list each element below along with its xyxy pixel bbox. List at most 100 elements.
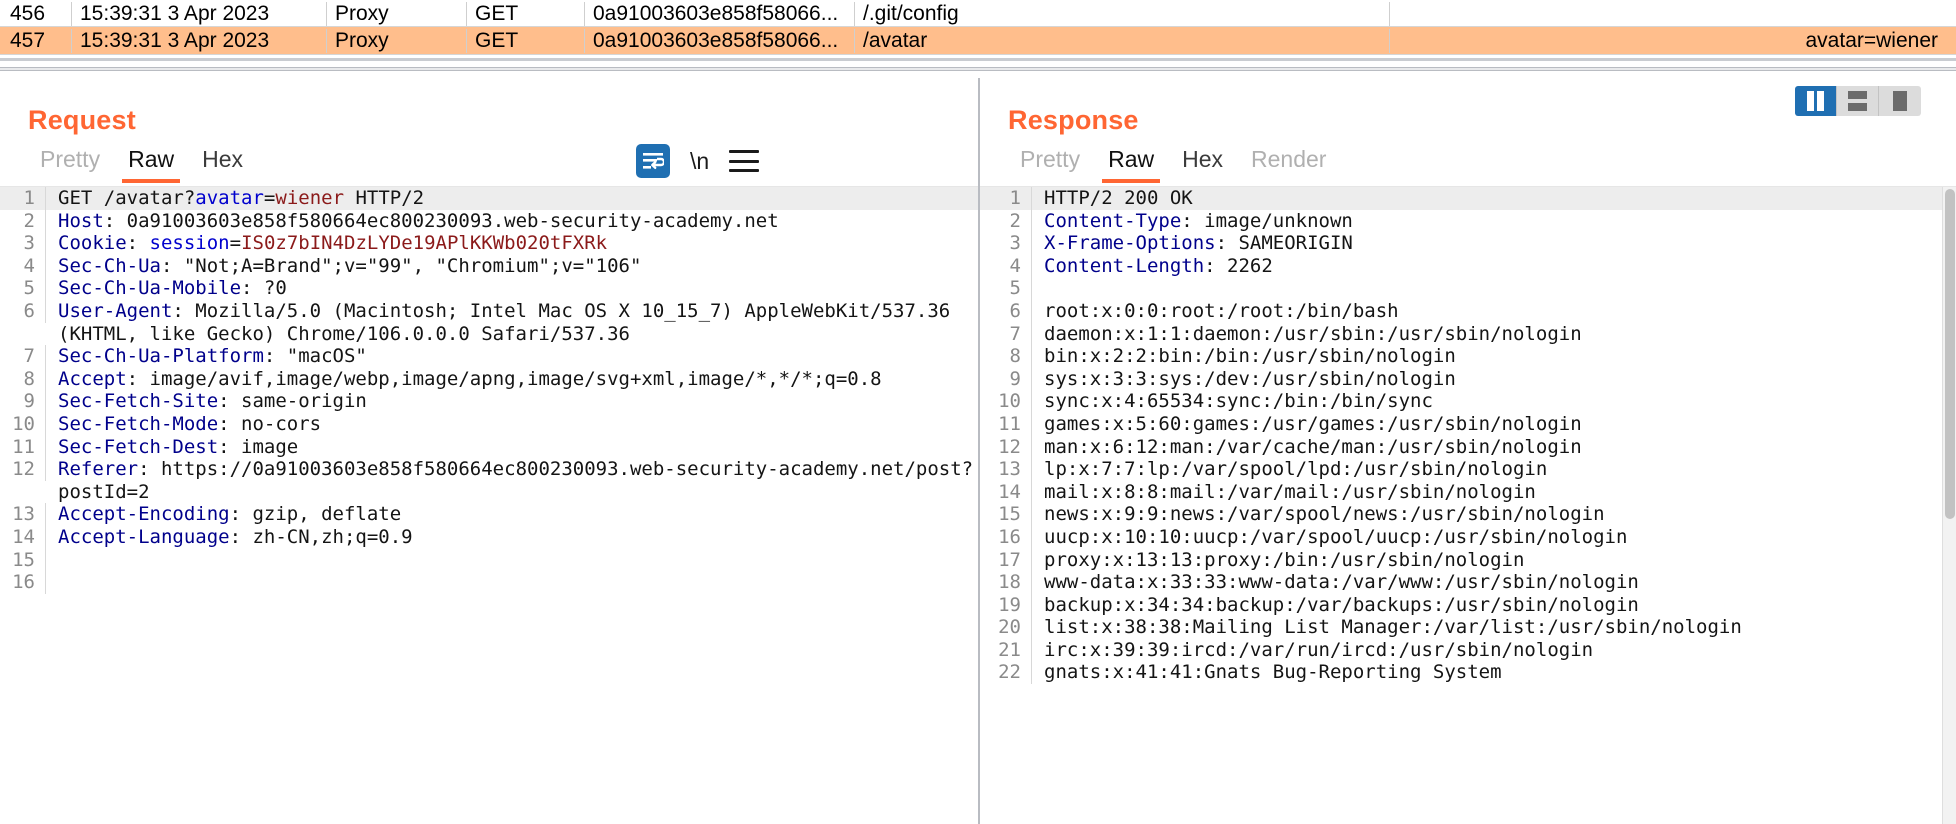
cell-host: 0a91003603e858f58066... (585, 28, 855, 53)
line-text: Cookie: session=IS0z7bIN4DzLYDe19APlKKWb… (58, 232, 608, 255)
horizontal-splitter[interactable] (0, 56, 1956, 78)
tab-hex[interactable]: Hex (188, 139, 257, 185)
line-text: Referer: https://0a91003603e858f580664ec… (58, 458, 974, 503)
cell-tool: Proxy (327, 2, 467, 26)
line-text (46, 549, 978, 572)
code-line: 3 Cookie: session=IS0z7bIN4DzLYDe19APlKKW… (0, 232, 978, 255)
line-number: 4 (0, 254, 46, 278)
code-line: 7 Sec-Ch-Ua-Platform: "macOS" (0, 345, 978, 368)
line-text: lp:x:7:7:lp:/var/spool/lpd:/usr/sbin/nol… (1044, 458, 1548, 481)
code-line: 5 Sec-Ch-Ua-Mobile: ?0 (0, 277, 978, 300)
scrollbar-thumb[interactable] (1945, 189, 1955, 519)
line-text: Sec-Fetch-Dest: image (58, 435, 299, 458)
line-number: 16 (980, 525, 1032, 549)
response-body-viewer[interactable]: 1 HTTP/2 200 OK 2 Content-Type: image/unkno… (980, 186, 1956, 824)
newline-toggle[interactable]: \n (690, 148, 709, 175)
code-line: 8 Accept: image/avif,image/webp,image/apn… (0, 367, 978, 391)
response-code: 1 HTTP/2 200 OK 2 Content-Type: image/unkno… (980, 187, 1956, 685)
splitter-handle[interactable] (0, 67, 1956, 71)
code-line: 6 root:x:0:0:root:/root:/bin/bash (980, 299, 1956, 323)
line-number: 2 (980, 209, 1032, 233)
code-line: 15 news:x:9:9:news:/var/spool/news:/usr/s… (980, 503, 1956, 526)
layout-toggle-group (1795, 86, 1921, 116)
line-number: 16 (0, 571, 46, 594)
layout-side-by-side-button[interactable] (1795, 86, 1837, 116)
code-line: 18 www-data:x:33:33:www-data:/var/www:/us… (980, 571, 1956, 594)
line-number: 11 (0, 435, 46, 459)
line-number: 21 (980, 638, 1032, 662)
stacked-view-icon (1848, 91, 1867, 111)
table-row-selected[interactable]: 457 15:39:31 3 Apr 2023 Proxy GET 0a9100… (0, 27, 1956, 55)
code-line: 1 GET /avatar?avatar=wiener HTTP/2 (0, 187, 978, 210)
line-number: 12 (980, 435, 1032, 459)
line-text: bin:x:2:2:bin:/bin:/usr/sbin/nologin (1044, 345, 1456, 368)
line-number: 10 (0, 412, 46, 436)
line-text: sync:x:4:65534:sync:/bin:/bin/sync (1044, 390, 1433, 413)
response-vertical-scrollbar[interactable] (1942, 187, 1956, 824)
tab-pretty[interactable]: Pretty (26, 139, 114, 185)
line-text: Accept-Language: zh-CN,zh;q=0.9 (58, 525, 413, 548)
line-number: 15 (980, 503, 1032, 526)
line-number: 17 (980, 548, 1032, 572)
cell-method: GET (467, 2, 585, 26)
code-line: 2 Host: 0a91003603e858f580664ec800230093.… (0, 209, 978, 233)
code-line: 17 proxy:x:13:13:proxy:/bin:/usr/sbin/nol… (980, 548, 1956, 572)
line-number: 18 (980, 571, 1032, 594)
line-number: 15 (0, 548, 46, 572)
line-text: Host: 0a91003603e858f580664ec800230093.w… (58, 209, 779, 232)
line-number: 6 (980, 299, 1032, 323)
tab-hex[interactable]: Hex (1168, 139, 1237, 185)
line-text: Content-Length: 2262 (1044, 254, 1273, 277)
code-line: 11 games:x:5:60:games:/usr/games:/usr/sbi… (980, 412, 1956, 436)
line-text: root:x:0:0:root:/root:/bin/bash (1044, 299, 1399, 322)
code-line: 10 sync:x:4:65534:sync:/bin:/bin/sync (980, 390, 1956, 413)
word-wrap-icon[interactable] (636, 144, 670, 178)
line-number: 8 (980, 345, 1032, 368)
table-row[interactable]: 456 15:39:31 3 Apr 2023 Proxy GET 0a9100… (0, 0, 1956, 27)
line-number: 9 (980, 367, 1032, 391)
request-toolbar: \n (636, 144, 760, 178)
code-line: 10 Sec-Fetch-Mode: no-cors (0, 412, 978, 436)
line-text: Accept: image/avif,image/webp,image/apng… (58, 367, 882, 390)
line-text: uucp:x:10:10:uucp:/var/spool/uucp:/usr/s… (1044, 525, 1628, 548)
code-line: 22 gnats:x:41:41:Gnats Bug-Reporting Syst… (980, 661, 1956, 685)
line-number: 14 (0, 525, 46, 549)
cell-time: 15:39:31 3 Apr 2023 (72, 28, 327, 53)
line-number: 5 (980, 277, 1032, 300)
code-line: 12 Referer: https://0a91003603e858f580664… (0, 458, 978, 503)
code-line: 5 (980, 277, 1956, 300)
cell-tool: Proxy (327, 28, 467, 53)
line-text: Content-Type: image/unknown (1044, 209, 1353, 232)
line-text: daemon:x:1:1:daemon:/usr/sbin:/usr/sbin/… (1044, 322, 1582, 345)
request-body-viewer[interactable]: 1 GET /avatar?avatar=wiener HTTP/2 2 Host: … (0, 186, 978, 824)
tab-render[interactable]: Render (1237, 139, 1340, 185)
tab-raw[interactable]: Raw (114, 139, 188, 185)
layout-single-button[interactable] (1879, 86, 1921, 116)
code-line: 13 lp:x:7:7:lp:/var/spool/lpd:/usr/sbin/n… (980, 458, 1956, 481)
cell-host: 0a91003603e858f58066... (585, 2, 855, 26)
split-view-icon (1807, 91, 1824, 111)
splitter-line-top (0, 58, 1956, 61)
hamburger-menu-icon[interactable] (729, 150, 760, 172)
request-code: 1 GET /avatar?avatar=wiener HTTP/2 2 Host: … (0, 187, 978, 594)
line-text: www-data:x:33:33:www-data:/var/www:/usr/… (1044, 571, 1639, 594)
line-number: 13 (980, 458, 1032, 481)
line-number: 1 (980, 187, 1032, 210)
response-panel: Response Pretty Raw Hex Render 1 HTTP/2 … (980, 78, 1956, 824)
code-line: 9 Sec-Fetch-Site: same-origin (0, 390, 978, 413)
tab-raw[interactable]: Raw (1094, 139, 1168, 185)
code-line: 20 list:x:38:38:Mailing List Manager:/var… (980, 616, 1956, 639)
code-line: 3 X-Frame-Options: SAMEORIGIN (980, 232, 1956, 255)
code-line: 1 HTTP/2 200 OK (980, 187, 1956, 210)
line-number: 1 (0, 187, 46, 210)
cell-url: /avatar (855, 28, 1390, 53)
code-line: 7 daemon:x:1:1:daemon:/usr/sbin:/usr/sbin… (980, 322, 1956, 346)
line-text (1032, 277, 1956, 300)
layout-stacked-button[interactable] (1837, 86, 1879, 116)
code-line: 2 Content-Type: image/unknown (980, 209, 1956, 233)
line-text: backup:x:34:34:backup:/var/backups:/usr/… (1044, 593, 1639, 616)
line-number: 14 (980, 480, 1032, 504)
line-text: User-Agent: Mozilla/5.0 (Macintosh; Inte… (58, 299, 962, 345)
line-number: 6 (0, 299, 46, 323)
tab-pretty[interactable]: Pretty (1006, 139, 1094, 185)
